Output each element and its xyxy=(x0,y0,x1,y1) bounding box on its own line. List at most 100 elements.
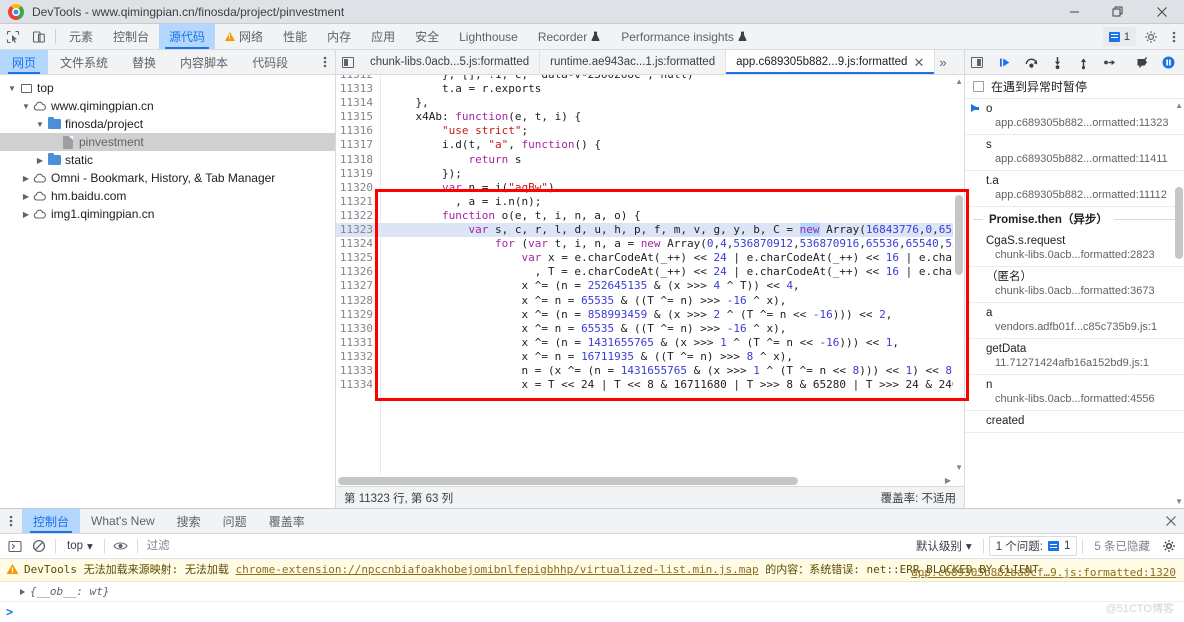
clear-console-icon[interactable] xyxy=(28,535,50,557)
twisty-expanded-icon[interactable]: ▼ xyxy=(20,102,32,111)
call-stack-frame[interactable]: （匿名） chunk-libs.0acb...formatted:3673 xyxy=(965,267,1184,303)
line-number[interactable]: 11314 xyxy=(336,96,380,111)
scroll-right-arrow-icon[interactable]: ▶ xyxy=(945,476,951,485)
scroll-down-arrow-icon[interactable]: ▼ xyxy=(955,463,963,472)
line-number[interactable]: 11325 xyxy=(336,251,380,266)
call-stack-frame[interactable]: n chunk-libs.0acb...formatted:4556 xyxy=(965,375,1184,411)
sources-subtab-overflow-icon[interactable] xyxy=(315,50,335,74)
line-number[interactable]: 11315 xyxy=(336,110,380,125)
tab--[interactable]: 网络 xyxy=(215,24,273,49)
tree-node-6[interactable]: ▶ hm.baidu.com xyxy=(0,187,335,205)
log-level-selector[interactable]: 默认级别 ▾ xyxy=(910,538,978,554)
drawer-tab-4[interactable]: 覆盖率 xyxy=(258,509,316,533)
show-debugger-sidebar-icon[interactable] xyxy=(965,50,989,74)
line-number[interactable]: 11332 xyxy=(336,349,380,364)
line-number[interactable]: 11313 xyxy=(336,82,380,97)
tab-lighthouse[interactable]: Lighthouse xyxy=(449,24,528,49)
line-number[interactable]: 11324 xyxy=(336,237,380,252)
tab--[interactable]: 性能 xyxy=(273,24,317,49)
step-into-icon[interactable] xyxy=(1045,50,1069,74)
tree-node-0[interactable]: ▼ top xyxy=(0,79,335,97)
twisty-expanded-icon[interactable]: ▼ xyxy=(6,84,18,93)
tree-node-5[interactable]: ▶ Omni - Bookmark, History, & Tab Manager xyxy=(0,169,335,187)
sources-subtab-2[interactable]: 替换 xyxy=(120,50,168,74)
console-settings-gear-icon[interactable] xyxy=(1158,535,1180,557)
callstack-scrollbar[interactable]: ▲ ▼ xyxy=(1173,99,1184,508)
drawer-tab-3[interactable]: 问题 xyxy=(212,509,258,533)
tab-performance-insights[interactable]: Performance insights xyxy=(611,24,758,49)
line-number[interactable]: 11312 xyxy=(336,75,380,83)
issues-badge[interactable]: 1 xyxy=(1102,27,1136,46)
show-navigator-icon[interactable] xyxy=(336,50,360,74)
line-number[interactable]: 11329 xyxy=(336,307,380,322)
execution-context-selector[interactable]: top ▾ xyxy=(61,539,99,553)
warning-source-link[interactable]: app.c689305b882ba8cf…9.js:formatted:1320 xyxy=(911,566,1176,579)
source-code-editor[interactable]: 11312 }, [], !1, c, "data-v-2360268c", n… xyxy=(336,75,964,486)
console-filter-input[interactable] xyxy=(142,539,908,553)
twisty-expanded-icon[interactable]: ▼ xyxy=(34,120,46,129)
sources-subtab-4[interactable]: 代码段 xyxy=(240,50,300,74)
warning-link[interactable]: chrome-extension://npccnbiafoakhobejomib… xyxy=(235,563,758,576)
tree-node-3[interactable]: pinvestment xyxy=(0,133,335,151)
twisty-collapsed-icon[interactable]: ▶ xyxy=(34,156,46,165)
tab-recorder[interactable]: Recorder xyxy=(528,24,611,49)
callstack-scroll-down-icon[interactable]: ▼ xyxy=(1175,497,1183,506)
resume-icon[interactable] xyxy=(993,50,1017,74)
tree-node-7[interactable]: ▶ img1.qimingpian.cn xyxy=(0,205,335,223)
line-number[interactable]: 11334 xyxy=(336,378,380,393)
line-number[interactable]: 11331 xyxy=(336,335,380,350)
chevron-double-right-icon[interactable]: » xyxy=(935,50,950,74)
minimize-button[interactable] xyxy=(1052,0,1096,24)
tab--[interactable]: 源代码 xyxy=(159,24,216,49)
inspect-cursor-icon[interactable] xyxy=(0,24,26,49)
line-number[interactable]: 11326 xyxy=(336,265,380,280)
sources-subtab-1[interactable]: 文件系统 xyxy=(48,50,120,74)
twisty-collapsed-icon[interactable]: ▶ xyxy=(20,210,32,219)
step-out-icon[interactable] xyxy=(1071,50,1095,74)
tree-node-1[interactable]: ▼ www.qimingpian.cn xyxy=(0,97,335,115)
file-tab-0[interactable]: chunk-libs.0acb...5.js:formatted xyxy=(360,50,541,74)
call-stack-frame[interactable]: a vendors.adfb01f...c85c735b9.js:1 xyxy=(965,303,1184,339)
console-problems-badge[interactable]: 1 个问题: 1 xyxy=(988,536,1078,556)
line-number[interactable]: 11316 xyxy=(336,124,380,139)
deactivate-breakpoints-icon[interactable] xyxy=(1130,50,1154,74)
callstack-scroll-up-icon[interactable]: ▲ xyxy=(1175,101,1183,110)
gear-icon[interactable] xyxy=(1138,24,1164,49)
line-number[interactable]: 11320 xyxy=(336,180,380,195)
close-drawer-icon[interactable] xyxy=(1158,509,1184,533)
kebab-menu-icon[interactable] xyxy=(1164,24,1184,49)
drawer-tab-0[interactable]: 控制台 xyxy=(22,509,81,533)
line-number[interactable]: 11330 xyxy=(336,321,380,336)
drawer-tab-1[interactable]: What's New xyxy=(80,509,166,533)
console-object-message[interactable]: {__ob__: wt} xyxy=(0,582,1184,602)
device-toolbar-icon[interactable] xyxy=(26,24,52,49)
tab--[interactable]: 应用 xyxy=(361,24,405,49)
close-tab-icon[interactable]: ✕ xyxy=(913,56,924,69)
console-warning-message[interactable]: DevTools 无法加载来源映射: 无法加载 chrome-extension… xyxy=(0,559,1184,582)
tree-node-4[interactable]: ▶ static xyxy=(0,151,335,169)
line-number[interactable]: 11317 xyxy=(336,138,380,153)
drawer-tab-2[interactable]: 搜索 xyxy=(166,509,212,533)
console-prompt[interactable]: > xyxy=(0,602,1184,622)
line-number[interactable]: 11318 xyxy=(336,152,380,167)
step-icon[interactable] xyxy=(1097,50,1121,74)
line-number[interactable]: 11322 xyxy=(336,208,380,224)
call-stack-frame[interactable]: t.a app.c689305b882...ormatted:11112 xyxy=(965,171,1184,207)
tree-node-2[interactable]: ▼ finosda/project xyxy=(0,115,335,133)
step-over-icon[interactable] xyxy=(1019,50,1043,74)
close-button[interactable] xyxy=(1140,0,1184,24)
tab--[interactable]: 内存 xyxy=(317,24,361,49)
file-tab-1[interactable]: runtime.ae943ac...1.js:formatted xyxy=(540,50,727,74)
tab--[interactable]: 元素 xyxy=(59,24,103,49)
console-sidebar-icon[interactable] xyxy=(4,535,26,557)
call-stack-frame[interactable]: CgaS.s.request chunk-libs.0acb...formatte… xyxy=(965,231,1184,267)
twisty-collapsed-icon[interactable]: ▶ xyxy=(20,192,32,201)
line-number[interactable]: 11333 xyxy=(336,363,380,379)
sources-subtab-3[interactable]: 内容脚本 xyxy=(168,50,240,74)
call-stack-frame[interactable]: created xyxy=(965,411,1184,433)
line-number[interactable]: 11319 xyxy=(336,166,380,181)
disclosure-triangle-icon[interactable] xyxy=(20,588,25,595)
line-number[interactable]: 11328 xyxy=(336,293,380,308)
sources-subtab-0[interactable]: 网页 xyxy=(0,50,49,74)
line-number[interactable]: 11323 xyxy=(336,223,380,238)
